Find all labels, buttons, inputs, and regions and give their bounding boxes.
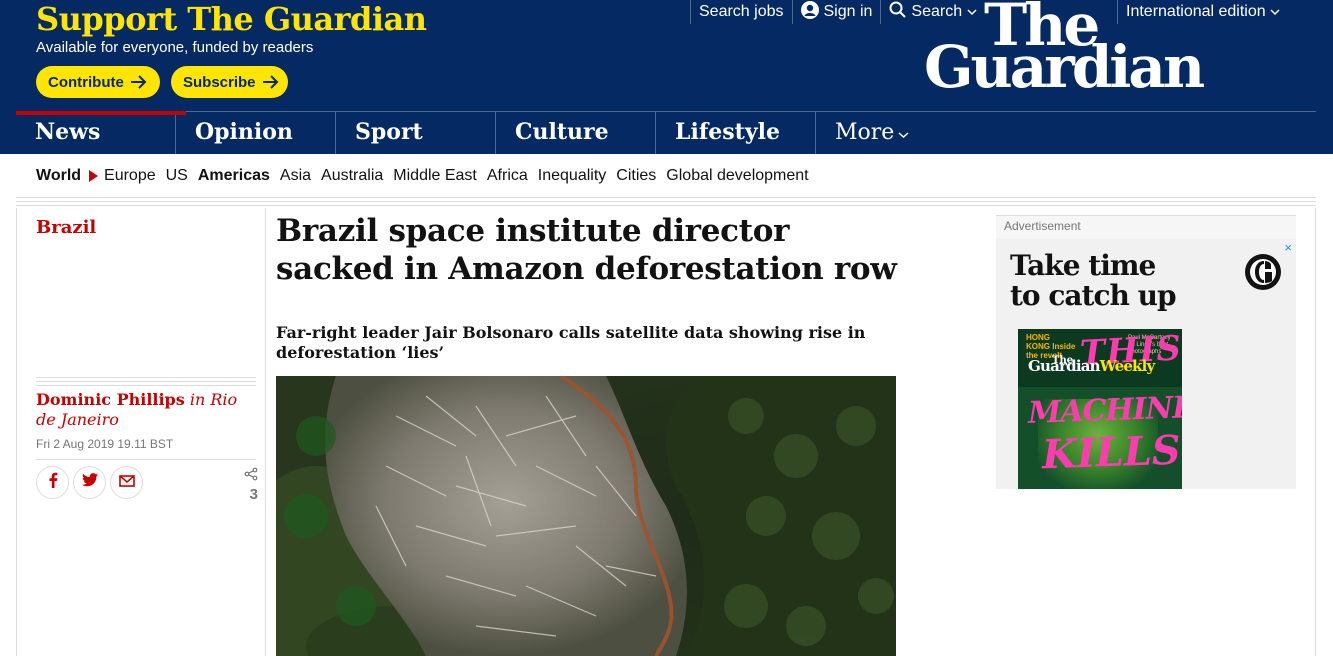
subnav-global-development[interactable]: Global development xyxy=(666,167,808,185)
pillar-nav: News Opinion Sport Culture Lifestyle Mor… xyxy=(16,111,1316,154)
subnav-inequality[interactable]: Inequality xyxy=(538,167,607,185)
sign-in-label: Sign in xyxy=(823,3,873,20)
site-header: Support The Guardian Available for every… xyxy=(0,0,1333,154)
pillar-label: Lifestyle xyxy=(675,119,780,145)
arrow-right-icon xyxy=(130,75,148,89)
pillar-news[interactable]: News xyxy=(16,111,186,154)
subscribe-button[interactable]: Subscribe xyxy=(171,66,288,98)
subnav-middle-east[interactable]: Middle East xyxy=(393,167,477,185)
ad-headline-line-1: Take time xyxy=(1010,249,1156,282)
share-count-value: 3 xyxy=(249,486,258,503)
share-email-button[interactable] xyxy=(110,466,143,499)
publish-date: Fri 2 Aug 2019 19.11 BST xyxy=(36,437,174,451)
twitter-icon xyxy=(81,473,98,492)
cover-masthead-weekly: Weekly xyxy=(1099,357,1156,375)
divider xyxy=(36,377,256,387)
weekly-magazine-cover: HONG KONG Inside the revolt Paul McCartn… xyxy=(1018,329,1182,489)
hero-image xyxy=(276,376,896,656)
arrow-right-icon xyxy=(262,75,280,89)
user-icon xyxy=(800,0,819,24)
share-count: 3 xyxy=(240,467,258,503)
subnav-africa[interactable]: Africa xyxy=(487,167,528,185)
subnav-world[interactable]: World xyxy=(36,167,81,185)
subnav-cities[interactable]: Cities xyxy=(616,167,656,185)
pillar-label: Sport xyxy=(355,119,423,145)
cover-line-3: KILLS xyxy=(1041,426,1182,479)
subnav-americas[interactable]: Americas xyxy=(198,167,270,185)
advertisement-label: Advertisement xyxy=(996,215,1296,239)
logo-line-2: Guardian xyxy=(924,33,1205,101)
pillar-label: More xyxy=(835,120,895,145)
pillar-opinion[interactable]: Opinion xyxy=(176,112,336,154)
cover-masthead-name: Guardian xyxy=(1028,357,1101,375)
pillar-sport[interactable]: Sport xyxy=(336,112,496,154)
search-jobs-link[interactable]: Search jobs xyxy=(690,0,792,24)
divider xyxy=(36,459,256,460)
subnav-asia[interactable]: Asia xyxy=(280,167,311,185)
share-buttons xyxy=(36,466,143,499)
divider xyxy=(16,197,1316,208)
pillar-label: Opinion xyxy=(195,119,293,145)
chevron-down-icon xyxy=(898,113,909,153)
arrow-right-icon xyxy=(89,170,99,182)
byline: Dominic Phillips in Rio de Janeiro xyxy=(36,390,256,430)
article-standfirst: Far-right leader Jair Bolsonaro calls sa… xyxy=(276,323,866,362)
pillar-more[interactable]: More xyxy=(816,112,976,154)
divider xyxy=(265,208,266,656)
sub-navigation: World Europe US Americas Asia Australia … xyxy=(16,154,1316,198)
subnav-us[interactable]: US xyxy=(166,167,188,185)
article-headline: Brazil space institute director sacked i… xyxy=(276,213,897,287)
ad-headline-line-2: to catch up xyxy=(1010,279,1177,312)
subscribe-label: Subscribe xyxy=(183,73,256,91)
support-subtitle: Available for everyone, funded by reader… xyxy=(36,39,314,56)
edition-picker[interactable]: International edition xyxy=(1117,0,1280,24)
cover-masthead: GuardianWeekly xyxy=(1028,357,1156,375)
section-label[interactable]: Brazil xyxy=(36,217,96,238)
pillar-lifestyle[interactable]: Lifestyle xyxy=(656,112,816,154)
edition-label: International edition xyxy=(1126,3,1266,20)
divider xyxy=(16,208,17,656)
share-facebook-button[interactable] xyxy=(36,466,69,499)
contribute-label: Contribute xyxy=(48,73,124,91)
divider xyxy=(1315,208,1316,656)
search-jobs-label: Search jobs xyxy=(699,3,784,20)
cover-line-2: MACHINE xyxy=(1027,390,1182,431)
advertisement[interactable]: × Take time to catch up HONG KONG Inside… xyxy=(996,239,1296,489)
author-link[interactable]: Dominic Phillips xyxy=(36,390,185,409)
pillar-label: News xyxy=(35,119,101,145)
facebook-icon xyxy=(46,472,60,493)
search-icon xyxy=(889,1,907,23)
sign-in-link[interactable]: Sign in xyxy=(791,0,881,24)
support-title: Support The Guardian xyxy=(36,0,427,38)
email-icon xyxy=(118,474,135,492)
ad-headline: Take time to catch up xyxy=(1010,249,1177,312)
share-icon xyxy=(244,467,258,485)
chevron-down-icon xyxy=(1270,3,1280,21)
contribute-button[interactable]: Contribute xyxy=(36,66,160,98)
ad-close-icon[interactable]: × xyxy=(1284,240,1292,255)
share-twitter-button[interactable] xyxy=(73,466,106,499)
subnav-australia[interactable]: Australia xyxy=(321,167,383,185)
pillar-label: Culture xyxy=(515,119,609,145)
subnav-europe[interactable]: Europe xyxy=(104,167,156,185)
pillar-culture[interactable]: Culture xyxy=(496,112,656,154)
guardian-roundel-icon xyxy=(1245,254,1281,290)
